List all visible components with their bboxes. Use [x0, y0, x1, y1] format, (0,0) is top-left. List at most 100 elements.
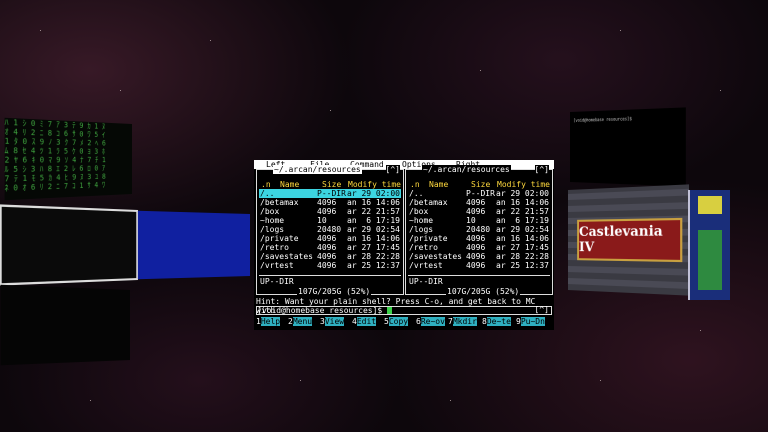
midnight-commander-dialog-window[interactable]	[137, 210, 250, 280]
file-entry[interactable]: /.. P--DIR ar 29 02:00	[408, 189, 550, 198]
fkey-pudn[interactable]: 9Pu~Dn	[516, 317, 545, 326]
file-entry-name: /logs	[260, 225, 285, 234]
file-entry[interactable]: /box 4096 ar 22 21:57	[259, 207, 401, 216]
file-entry-mtime: an 16 14:06	[496, 198, 549, 207]
right-panel[interactable]: ~/.arcan/resources [^] .n Name Size Modi…	[405, 165, 553, 296]
file-entry-size: 4096	[466, 198, 486, 207]
left-panel-divider	[259, 275, 401, 276]
fkey-label: Help	[260, 317, 281, 326]
command-prompt[interactable]: [void@homebase resources]$ [^]	[256, 306, 552, 315]
file-entry-size: 4096	[317, 243, 337, 252]
header-name[interactable]: Name	[429, 180, 448, 189]
right-panel-button[interactable]: [^]	[534, 165, 549, 174]
file-entry-size: 4096	[466, 234, 486, 243]
fkey-copy[interactable]: 5Copy	[384, 317, 409, 326]
file-entry[interactable]: /savestates 4096 ar 28 22:28	[408, 252, 550, 261]
file-entry[interactable]: ~home 10 an 6 17:19	[259, 216, 401, 225]
fkey-label: Pu~Dn	[520, 317, 545, 326]
right-panel-header: .n Name Size Modify time	[409, 180, 550, 189]
file-entry[interactable]: /retro 4096 ar 27 17:45	[408, 243, 550, 252]
blank-terminal-window[interactable]	[0, 204, 139, 286]
right-panel-divider	[408, 275, 550, 276]
fkey-dete[interactable]: 8De~te	[482, 317, 511, 326]
matrix-terminal-window[interactable]: ﾊ 1 ｼ 0 ﾐ 7 ｱ 3 ﾃ 9 ｶ 1 ﾇ ｵ 4 ﾘ 2 ﾆ 8 ｺ …	[4, 117, 132, 201]
log-terminal-window[interactable]	[0, 284, 131, 366]
file-entry-mtime: an 6 17:19	[347, 216, 400, 225]
file-entry-size: 20480	[466, 225, 491, 234]
file-entry[interactable]: /.. P--DIR ar 29 02:00	[259, 189, 401, 198]
fkey-menu[interactable]: 2Menu	[288, 317, 313, 326]
file-entry-mtime: an 16 14:06	[496, 234, 549, 243]
fkey-mkdir[interactable]: 7Mkdir	[448, 317, 477, 326]
midnight-commander-window[interactable]: Left File Command Options Right ~/.arcan…	[254, 160, 554, 330]
left-panel-footer: UP--DIR	[260, 277, 294, 286]
game-window[interactable]: Castlevania IV	[568, 184, 690, 296]
file-entry-size: P--DIR	[466, 189, 495, 198]
file-entry-name: /betamax	[409, 198, 448, 207]
file-entry[interactable]: /retro 4096 ar 27 17:45	[259, 243, 401, 252]
file-entry[interactable]: /savestates 4096 ar 28 22:28	[259, 252, 401, 261]
file-entry-name: ~home	[409, 216, 434, 225]
arcade-cabinet-window[interactable]	[688, 190, 730, 300]
file-entry-mtime: ar 25 12:37	[347, 261, 400, 270]
file-entry[interactable]: /logs 20480 ar 29 02:54	[408, 225, 550, 234]
header-mtime[interactable]: Modify time	[497, 180, 550, 189]
file-entry[interactable]: /logs 20480 ar 29 02:54	[259, 225, 401, 234]
file-entry-size: 4096	[466, 252, 486, 261]
file-entry-size: 4096	[317, 198, 337, 207]
file-entry-mtime: ar 22 21:57	[347, 207, 400, 216]
file-entry-size: 4096	[317, 207, 337, 216]
left-panel[interactable]: ~/.arcan/resources [^] .n Name Size Modi…	[256, 165, 404, 296]
left-file-list: /.. P--DIR ar 29 02:00/betamax 4096 an 16 14…	[259, 189, 401, 270]
file-entry-name: /retro	[260, 243, 289, 252]
fkey-label: Menu	[292, 317, 313, 326]
function-key-bar: 1Help 2Menu 3View 4Edit 5Copy 6Re~ov 7Mkdir 8De…	[256, 317, 552, 327]
header-size[interactable]: Size	[322, 180, 341, 189]
file-entry-name: /..	[409, 189, 424, 198]
fkey-label: Mkdir	[452, 317, 477, 326]
left-panel-disk-free: 107G/205G (52%)	[297, 287, 372, 296]
file-entry-mtime: an 6 17:19	[496, 216, 549, 225]
file-entry-size: 4096	[466, 207, 486, 216]
file-entry-size: 10	[317, 216, 327, 225]
prompt-history-button[interactable]: [^]	[535, 306, 549, 314]
right-panel-footer: UP--DIR	[409, 277, 443, 286]
file-entry[interactable]: /betamax 4096 an 16 14:06	[259, 198, 401, 207]
file-entry-mtime: ar 22 21:57	[496, 207, 549, 216]
small-terminal-window[interactable]: [void@homebase resources]$	[570, 107, 686, 187]
file-entry[interactable]: /box 4096 ar 22 21:57	[408, 207, 550, 216]
fkey-edit[interactable]: 4Edit	[352, 317, 377, 326]
file-entry-mtime: ar 28 22:28	[496, 252, 549, 261]
file-entry-mtime: ar 27 17:45	[496, 243, 549, 252]
file-entry[interactable]: /betamax 4096 an 16 14:06	[408, 198, 550, 207]
fkey-help[interactable]: 1Help	[256, 317, 281, 326]
fkey-label: Re~ov	[420, 317, 445, 326]
game-logo: Castlevania IV	[577, 217, 683, 263]
file-entry-name: /private	[260, 234, 299, 243]
header-mtime[interactable]: Modify time	[348, 180, 401, 189]
file-entry-name: /box	[260, 207, 280, 216]
header-size[interactable]: Size	[471, 180, 490, 189]
fkey-reov[interactable]: 6Re~ov	[416, 317, 445, 326]
file-entry-name: /savestates	[409, 252, 462, 261]
file-entry-size: 4096	[466, 261, 486, 270]
file-entry-size: P--DIR	[317, 189, 346, 198]
file-entry[interactable]: /private 4096 an 16 14:06	[259, 234, 401, 243]
file-entry-size: 4096	[317, 261, 337, 270]
file-entry[interactable]: /vrtest 4096 ar 25 12:37	[408, 261, 550, 270]
header-sort[interactable]: .n	[261, 180, 271, 189]
right-panel-title[interactable]: ~/.arcan/resources	[422, 165, 511, 174]
fkey-view[interactable]: 3View	[320, 317, 345, 326]
header-sort[interactable]: .n	[410, 180, 420, 189]
prompt-text: [void@homebase resources]$	[257, 306, 388, 315]
file-entry[interactable]: /vrtest 4096 ar 25 12:37	[259, 261, 401, 270]
file-entry-name: /betamax	[260, 198, 299, 207]
file-entry-mtime: ar 29 02:00	[496, 189, 549, 198]
left-panel-button[interactable]: [^]	[385, 165, 400, 174]
header-name[interactable]: Name	[280, 180, 299, 189]
file-entry-name: /logs	[409, 225, 434, 234]
file-entry[interactable]: ~home 10 an 6 17:19	[408, 216, 550, 225]
file-entry-name: ~home	[260, 216, 285, 225]
file-entry[interactable]: /private 4096 an 16 14:06	[408, 234, 550, 243]
left-panel-title[interactable]: ~/.arcan/resources	[273, 165, 362, 174]
